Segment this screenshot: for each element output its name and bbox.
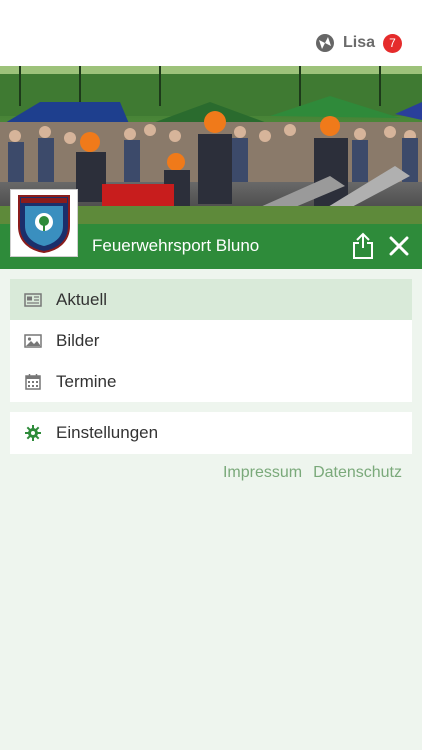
- menu-item-aktuell[interactable]: Aktuell: [10, 279, 412, 320]
- user-name: Lisa: [342, 34, 375, 51]
- menu-item-termine[interactable]: Termine: [10, 361, 412, 402]
- newspaper-icon: [24, 291, 42, 309]
- menu-label: Einstellungen: [56, 423, 159, 442]
- calendar-icon: [24, 373, 42, 391]
- impressum-link[interactable]: Impressum: [223, 464, 302, 482]
- settings-menu: Einstellungen: [10, 412, 412, 454]
- menu-label: Termine: [56, 371, 117, 391]
- club-title: Feuerwehrsport Bluno: [92, 236, 260, 255]
- datenschutz-link[interactable]: Datenschutz: [313, 464, 402, 482]
- club-emblem-icon: [18, 195, 70, 254]
- menu-item-bilder[interactable]: Bilder: [10, 320, 412, 361]
- menu-label: Bilder: [56, 330, 100, 350]
- notification-badge: 7: [383, 33, 402, 53]
- gear-icon: [24, 424, 42, 442]
- club-logo: [10, 189, 78, 257]
- share-icon[interactable]: [351, 232, 375, 260]
- menu-item-einstellungen[interactable]: Einstellungen: [10, 412, 412, 454]
- top-bar: Lisa 7: [0, 0, 422, 66]
- menu-label: Aktuell: [56, 289, 108, 309]
- user-account-icon: [315, 34, 334, 52]
- image-icon: [24, 332, 42, 350]
- user-menu[interactable]: Lisa 7: [315, 33, 402, 53]
- close-icon[interactable]: [388, 235, 410, 257]
- primary-menu: Aktuell Bilder Termine: [10, 279, 412, 402]
- footer-links: Impressum Datenschutz: [223, 464, 402, 482]
